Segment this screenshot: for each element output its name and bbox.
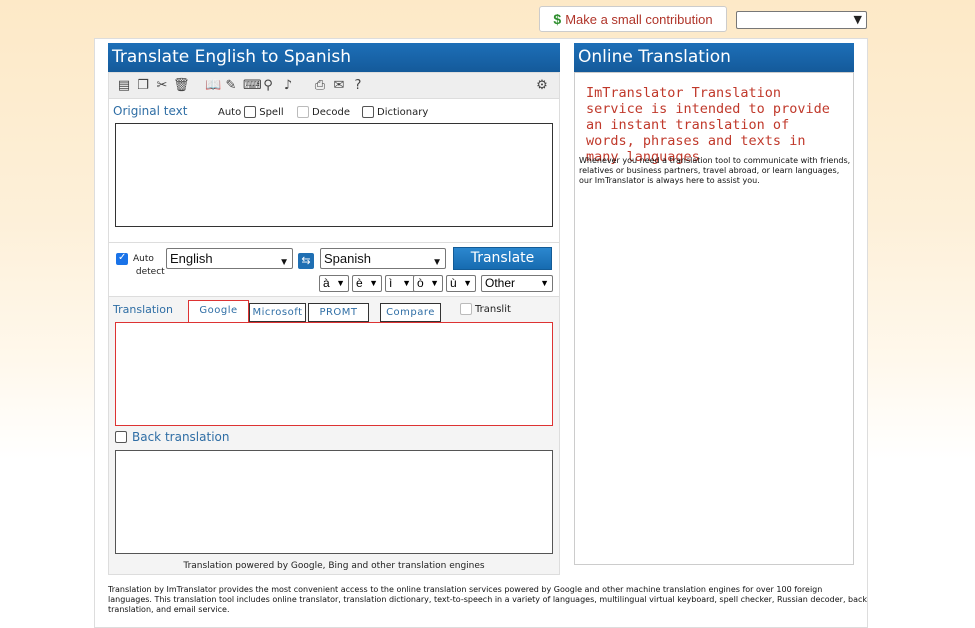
info-body: Whenever you need a translation tool to … <box>579 156 851 185</box>
spell-checkbox[interactable] <box>244 106 257 118</box>
auto-detect-label: Auto detect <box>133 253 165 279</box>
auto-option: Auto Spell <box>218 106 284 118</box>
accent-u-value: ù <box>450 276 457 290</box>
dictionary-option: Dictionary <box>362 106 428 118</box>
tab-promt[interactable]: PROMT <box>308 303 369 322</box>
accent-a-value: à <box>323 276 330 290</box>
back-translation-option: Back translation <box>115 430 229 444</box>
other-value: Other <box>485 276 516 290</box>
language-controls: Auto detect English ▼ ⇆ Spanish ▼ Transl… <box>109 243 559 297</box>
target-language-value: Spanish <box>324 251 371 266</box>
decode-checkbox[interactable] <box>297 106 309 118</box>
chevron-down-icon: ▼ <box>336 278 345 288</box>
info-panel: ImTranslator Translation service is inte… <box>574 72 854 565</box>
main-container: Translate English to Spanish Online Tran… <box>94 38 868 628</box>
print-icon[interactable]: ⎙ <box>313 78 327 93</box>
contribution-label: Make a small contribution <box>565 11 713 27</box>
chevron-down-icon: ▼ <box>540 278 549 288</box>
chevron-down-icon: ▼ <box>369 278 378 288</box>
spellcheck-icon[interactable]: ⚲ <box>261 78 275 93</box>
translator-panel: ▤ ❐ ✂ 🗑 📖 ✎ ⌨ ⚲ ♪ ⎙ ✉ ? ⚙ Original text … <box>108 72 560 575</box>
translation-section: Translation Google Microsoft PROMT Compa… <box>109 297 559 573</box>
dollar-icon: $ <box>553 11 562 27</box>
original-text-input[interactable] <box>115 123 553 227</box>
target-language-select[interactable]: Spanish ▼ <box>320 248 446 269</box>
trash-icon[interactable]: 🗑 <box>173 78 190 93</box>
auto-detect-line1: Auto <box>133 254 154 264</box>
translation-label: Translation <box>113 303 173 316</box>
back-translation-output[interactable] <box>115 450 553 554</box>
chevron-down-icon: ▼ <box>463 278 472 288</box>
accent-e-value: è <box>356 276 363 290</box>
accent-u-select[interactable]: ù ▼ <box>446 275 476 292</box>
dictionary-icon[interactable]: 📖 <box>205 78 221 93</box>
other-select[interactable]: Other ▼ <box>481 275 553 292</box>
accent-a-select[interactable]: à ▼ <box>319 275 349 292</box>
accent-i-select[interactable]: ì ▼ <box>385 275 415 292</box>
cut-icon[interactable]: ✂ <box>155 78 169 93</box>
help-icon[interactable]: ? <box>351 78 365 93</box>
info-headline: ImTranslator Translation service is inte… <box>586 85 830 165</box>
tab-microsoft[interactable]: Microsoft <box>249 303 306 322</box>
translator-title: Translate English to Spanish <box>108 43 560 72</box>
swap-languages-button[interactable]: ⇆ <box>298 253 314 269</box>
original-section: Original text Auto Spell Decode Dictiona… <box>109 99 559 243</box>
tab-google[interactable]: Google <box>188 300 249 323</box>
auto-detect-line2: detect <box>135 267 165 277</box>
original-label: Original text <box>113 104 188 118</box>
chevron-down-icon: ▼ <box>402 278 411 288</box>
keyboard-icon[interactable]: ⌨ <box>243 78 262 93</box>
footer-description: Translation by ImTranslator provides the… <box>108 585 868 614</box>
translate-button[interactable]: Translate <box>453 247 552 270</box>
top-dropdown[interactable]: ▼ <box>736 11 867 29</box>
accent-o-value: ò <box>417 276 424 290</box>
dictionary-label: Dictionary <box>377 106 429 118</box>
sound-icon[interactable]: ♪ <box>281 78 295 93</box>
swap-icon: ⇆ <box>301 254 311 267</box>
dictionary-checkbox[interactable] <box>362 106 374 118</box>
tab-compare[interactable]: Compare <box>380 303 441 322</box>
auto-detect-checkbox[interactable] <box>116 252 128 265</box>
copy-icon[interactable]: ❐ <box>136 78 150 93</box>
back-translation-checkbox[interactable] <box>115 431 127 443</box>
back-translation-label: Back translation <box>132 430 230 444</box>
edit-icon[interactable]: ✎ <box>224 78 238 93</box>
accent-e-select[interactable]: è ▼ <box>352 275 382 292</box>
chevron-down-icon: ▼ <box>853 13 862 26</box>
contribution-button[interactable]: $ Make a small contribution <box>539 6 727 32</box>
powered-by-text: Translation powered by Google, Bing and … <box>183 561 485 571</box>
new-document-icon[interactable]: ▤ <box>117 78 131 93</box>
translation-output[interactable] <box>115 322 553 426</box>
source-language-select[interactable]: English ▼ <box>166 248 293 269</box>
decode-label: Decode <box>312 106 350 118</box>
translit-checkbox[interactable] <box>460 303 472 315</box>
info-title: Online Translation <box>574 43 854 72</box>
chevron-down-icon: ▼ <box>432 257 442 268</box>
translit-option: Translit <box>460 303 511 315</box>
toolbar: ▤ ❐ ✂ 🗑 📖 ✎ ⌨ ⚲ ♪ ⎙ ✉ ? ⚙ <box>109 73 559 99</box>
source-language-value: English <box>170 251 213 266</box>
accent-i-value: ì <box>389 276 393 290</box>
email-icon[interactable]: ✉ <box>332 78 346 93</box>
auto-label: Auto <box>218 106 242 118</box>
translit-label: Translit <box>475 303 511 315</box>
decode-option: Decode <box>297 106 350 118</box>
accent-o-select[interactable]: ò ▼ <box>413 275 443 292</box>
spell-label: Spell <box>259 106 284 118</box>
settings-icon[interactable]: ⚙ <box>535 78 549 93</box>
chevron-down-icon: ▼ <box>430 278 439 288</box>
chevron-down-icon: ▼ <box>279 257 289 268</box>
